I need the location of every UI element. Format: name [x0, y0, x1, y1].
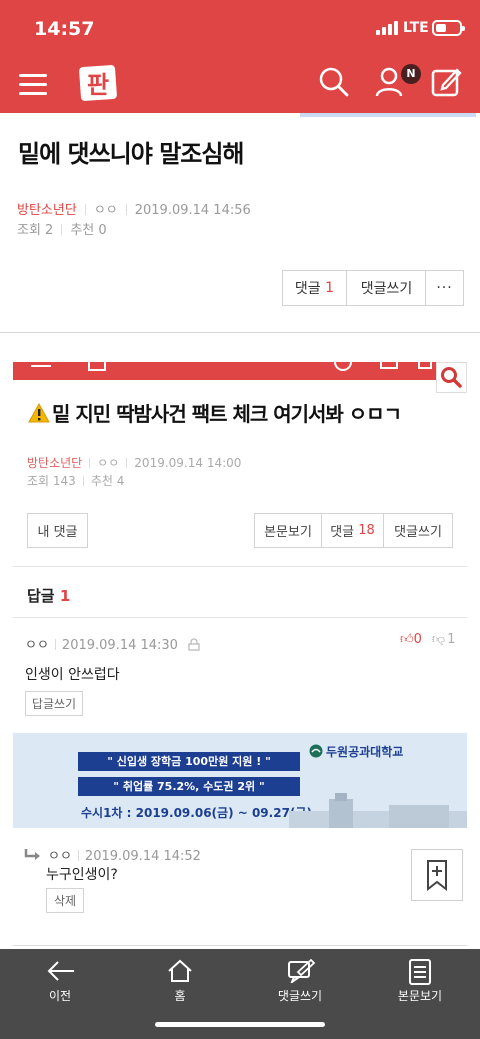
- magnifier-icon: [441, 367, 462, 388]
- post-author[interactable]: 방탄소년단: [17, 203, 77, 218]
- embedded-actions: 본문보기 댓글 18 댓글쓰기: [254, 513, 453, 548]
- embedded-recommends: 추천 4: [90, 474, 125, 488]
- downvote-icon: 👎︎: [431, 632, 446, 647]
- write-comment-button[interactable]: 댓글쓰기: [347, 271, 426, 305]
- home-icon: [168, 959, 192, 982]
- embedded-header-bar: [13, 362, 467, 380]
- post-datetime: 2019.09.14 14:56: [134, 203, 251, 218]
- document-icon: [409, 959, 431, 985]
- nav-prev-label: 이전: [48, 989, 72, 1003]
- comment-votes: 👍︎0 👎︎ 1: [400, 632, 455, 647]
- embedded-view-post-button: 본문보기: [255, 514, 322, 547]
- post-nickname: ㅇㅇ: [93, 203, 118, 218]
- nav-write-comment[interactable]: 댓글쓰기: [240, 949, 360, 1009]
- comment-nickname: ㅇㅇ: [25, 638, 49, 653]
- post-meta: 방탄소년단 ㅇㅇ 2019.09.14 14:56: [17, 199, 251, 218]
- divider: [13, 945, 467, 946]
- comment-text: 누구인생이?: [46, 867, 118, 883]
- section-divider: [0, 332, 480, 333]
- bookmark-add-button[interactable]: [411, 849, 463, 901]
- lock-icon: [188, 638, 200, 651]
- more-actions: ···: [425, 270, 464, 306]
- logo-text: 판: [87, 71, 109, 99]
- school-logo-icon: [309, 744, 323, 758]
- embedded-datetime: 2019.09.14 14:00: [134, 456, 242, 470]
- replies-header: 답글 1: [27, 587, 71, 605]
- post-actions: 댓글 1 댓글쓰기: [282, 270, 427, 306]
- more-button[interactable]: ···: [426, 271, 463, 305]
- status-time: 14:57: [34, 18, 95, 40]
- embedded-views: 조회 143: [27, 474, 76, 488]
- ad-date: 수시1차 : 2019.09.06(금) ~ 09.27(금): [81, 806, 312, 820]
- nav-prev[interactable]: 이전: [0, 949, 120, 1009]
- compose-icon[interactable]: [430, 66, 462, 98]
- network-label: LTE: [403, 20, 429, 36]
- embedded-author: 방탄소년단: [27, 456, 83, 470]
- menu-icon[interactable]: [19, 74, 47, 95]
- post-recommends: 추천 0: [70, 223, 107, 238]
- notification-badge[interactable]: N: [401, 64, 421, 84]
- bookmark-plus-icon: [427, 860, 447, 892]
- embedded-write-comment-button: 댓글쓰기: [394, 525, 442, 540]
- reply-button: 답글쓰기: [25, 691, 83, 716]
- reply-arrow-icon: [24, 849, 40, 860]
- embedded-stats: 조회 143 추천 4: [27, 472, 124, 489]
- embedded-title: 밑 지민 딱밤사건 팩트 체크 여기서봐 ㅇㅁㄱ: [28, 398, 402, 428]
- upvote-count: 0: [413, 632, 422, 647]
- comment-edit-icon: [288, 959, 315, 983]
- post-stats: 조회 2 추천 0: [17, 219, 107, 238]
- signal-icon: [376, 21, 400, 35]
- upvote-icon: 👍︎: [400, 632, 414, 647]
- nav-home[interactable]: 홈: [120, 949, 240, 1009]
- embedded-title-text: 밑 지민 딱밤사건 팩트 체크 여기서봐 ㅇㅁㄱ: [52, 402, 402, 426]
- embedded-nickname: ㅇㅇ: [97, 456, 120, 470]
- back-arrow-icon: [47, 961, 74, 981]
- divider: [13, 617, 467, 618]
- comment-datetime: 2019.09.14 14:52: [84, 849, 201, 864]
- delete-button: 삭제: [46, 888, 84, 913]
- nav-write-comment-label: 댓글쓰기: [277, 989, 323, 1003]
- pann-logo[interactable]: 판: [78, 63, 118, 103]
- embedded-meta: 방탄소년단 ㅇㅇ 2019.09.14 14:00: [27, 454, 241, 471]
- post-title: 밑에 댓쓰니야 말조심해: [18, 140, 245, 168]
- ad-school-name: 두원공과대학교: [309, 743, 403, 760]
- ad-banner[interactable]: " 신입생 장학금 100만원 지원 ! " " 취업률 75.2%, 수도권 …: [13, 733, 467, 828]
- comment-text: 인생이 안쓰럽다: [25, 667, 120, 683]
- comments-button[interactable]: 댓글 1: [283, 271, 347, 305]
- post-views: 조회 2: [17, 223, 54, 238]
- embedded-comments-button: 댓글 18: [322, 514, 384, 547]
- home-indicator: [155, 1022, 325, 1027]
- downvote-count: 1: [447, 632, 456, 647]
- ad-line: " 신입생 장학금 100만원 지원 ! ": [78, 752, 300, 771]
- app-header: 14:57 LTE 판 N: [0, 0, 480, 113]
- zoom-image-button[interactable]: [436, 362, 467, 393]
- nav-view-post-label: 본문보기: [397, 989, 443, 1003]
- battery-icon: [432, 20, 465, 36]
- embedded-my-comments-button: 내 댓글: [27, 513, 88, 548]
- search-icon[interactable]: [318, 66, 350, 98]
- school-building-icon: [289, 793, 467, 828]
- comment-meta: ㅇㅇ 2019.09.14 14:30: [25, 634, 200, 653]
- warning-icon: [28, 402, 50, 428]
- progress-strip: [300, 113, 476, 117]
- comment-datetime: 2019.09.14 14:30: [61, 638, 178, 653]
- nav-home-label: 홈: [174, 989, 186, 1003]
- comment-meta: ㅇㅇ 2019.09.14 14:52: [24, 845, 201, 864]
- comment-nickname: ㅇㅇ: [48, 849, 72, 864]
- ad-line: " 취업률 75.2%, 수도권 2위 ": [78, 777, 300, 796]
- divider: [13, 566, 467, 567]
- nav-view-post[interactable]: 본문보기: [360, 949, 480, 1009]
